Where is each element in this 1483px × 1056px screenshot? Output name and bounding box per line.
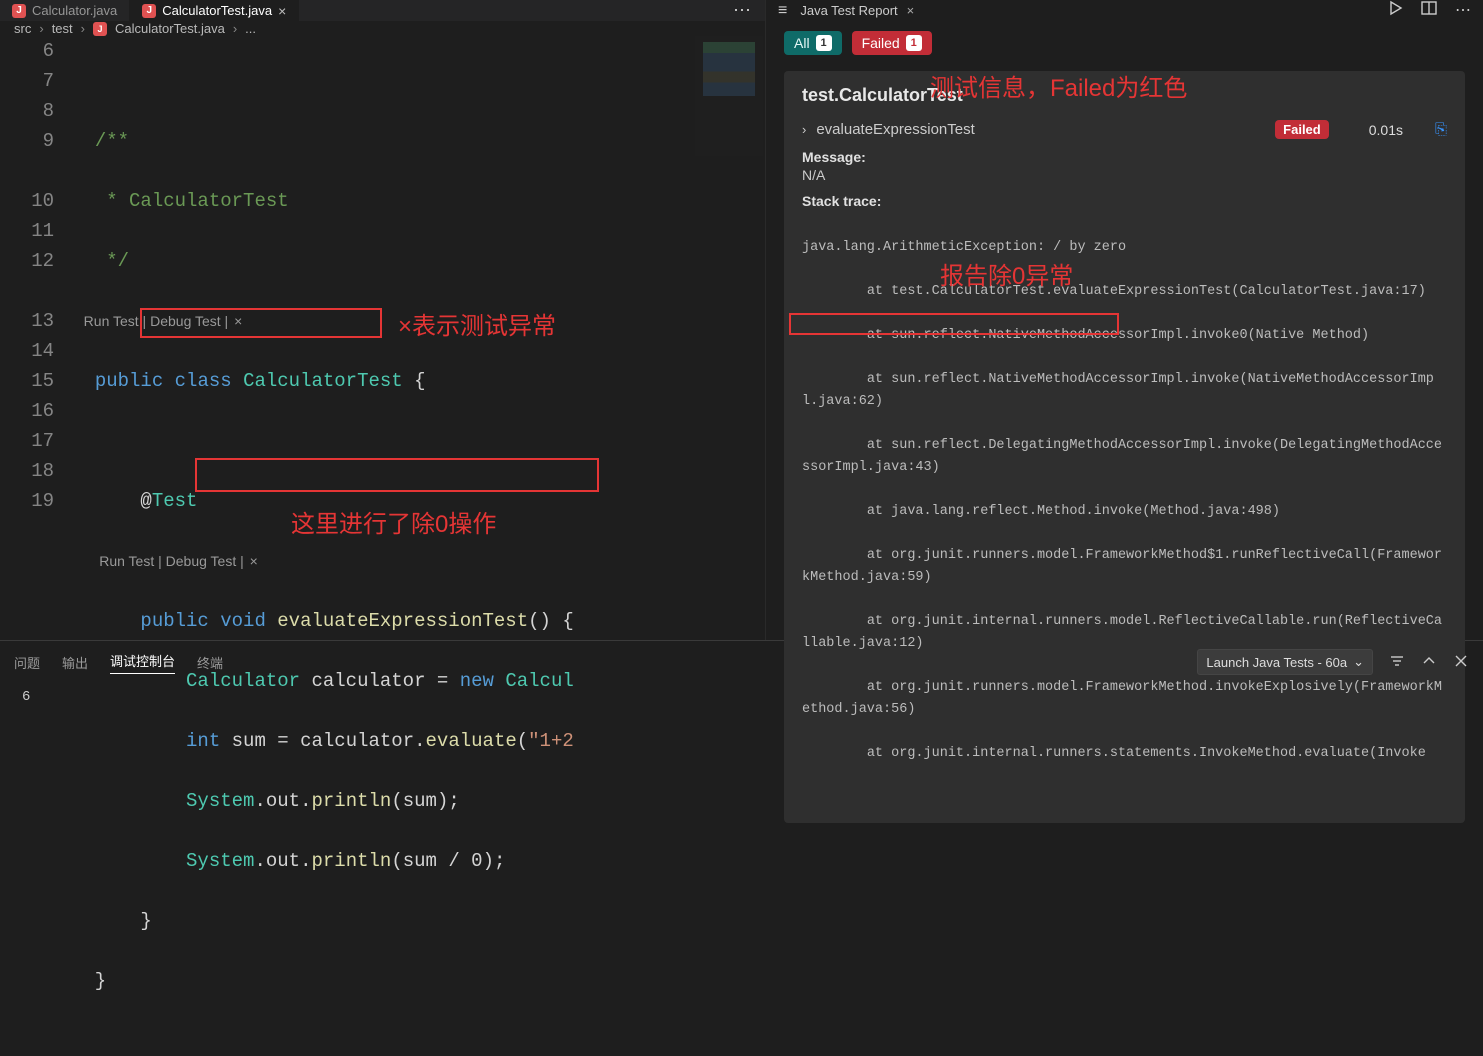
close-icon[interactable]: × [278,3,286,19]
message-value: N/A [802,167,1447,183]
crumb-src[interactable]: src [14,21,31,36]
close-icon[interactable]: × [907,3,915,18]
message-label: Message: [802,149,1447,165]
crumb-test[interactable]: test [52,21,73,36]
crumb-more[interactable]: ... [245,21,256,36]
test-method-name[interactable]: evaluateExpressionTest [816,121,974,138]
trace-label: Stack trace: [802,193,1447,209]
annotation-text: 测试信息，Failed为红色 [930,68,1187,103]
filter-all[interactable]: All 1 [784,31,842,55]
tab-calculator[interactable]: J Calculator.java [0,0,130,21]
count-badge: 1 [906,35,922,51]
breadcrumb[interactable]: src › test › J CalculatorTest.java › ... [0,21,765,36]
maximize-panel-icon[interactable] [1421,653,1437,672]
java-icon: J [93,22,107,36]
chevron-right-icon: › [81,21,85,36]
more-actions-icon[interactable]: ⋯ [719,0,765,21]
copy-icon[interactable]: ⎘ [1435,121,1447,138]
code-editor[interactable]: 678 9 1011 12 1314 151617 1819 /** * Cal… [0,36,765,1056]
chevron-right-icon: › [233,21,237,36]
report-tabs: ≡ Java Test Report × ⋯ [766,0,1483,21]
status-badge: Failed [1275,120,1329,139]
annotation-text: 报告除0异常 [940,256,1073,291]
filter-failed[interactable]: Failed 1 [852,31,932,55]
chevron-right-icon: › [39,21,43,36]
tab-label: CalculatorTest.java [162,3,272,18]
tab-label: Java Test Report [800,3,897,18]
test-fail-icon: × [232,313,244,329]
annotation-text: 这里进行了除0操作 [291,504,496,539]
tab-test-report[interactable]: Java Test Report × [792,3,922,18]
java-icon: J [12,4,26,18]
codelens-debug-test[interactable]: Debug Test [150,313,221,329]
editor-tabs: J Calculator.java J CalculatorTest.java … [0,0,765,21]
crumb-file[interactable]: CalculatorTest.java [115,21,225,36]
codelens-run-test[interactable]: Run Test [84,313,139,329]
more-icon[interactable]: ⋯ [1455,0,1471,21]
launch-config-select[interactable]: Launch Java Tests - 60a ⌄ [1197,649,1373,675]
chevron-right-icon[interactable]: › [802,122,806,137]
chevron-down-icon: ⌄ [1353,654,1364,670]
tab-label: Calculator.java [32,3,117,18]
codelens-debug-test[interactable]: Debug Test [166,553,237,569]
codelens-run-test[interactable]: Run Test [99,553,154,569]
stack-trace[interactable]: java.lang.ArithmeticException: / by zero… [802,215,1447,809]
tab-calculatortest[interactable]: J CalculatorTest.java × [130,0,299,21]
line-gutter: 678 9 1011 12 1314 151617 1819 [0,36,72,1056]
test-fail-icon: × [248,553,260,569]
filter-row: All 1 Failed 1 [766,21,1483,67]
annotation-text: ×表示测试异常 [398,306,556,341]
close-panel-icon[interactable] [1453,653,1469,672]
duration: 0.01s [1369,122,1403,138]
java-icon: J [142,4,156,18]
filter-icon[interactable] [1389,653,1405,672]
list-icon: ≡ [778,2,786,20]
split-editor-icon[interactable] [1421,0,1437,21]
run-icon[interactable] [1387,0,1403,21]
count-badge: 1 [816,35,832,51]
